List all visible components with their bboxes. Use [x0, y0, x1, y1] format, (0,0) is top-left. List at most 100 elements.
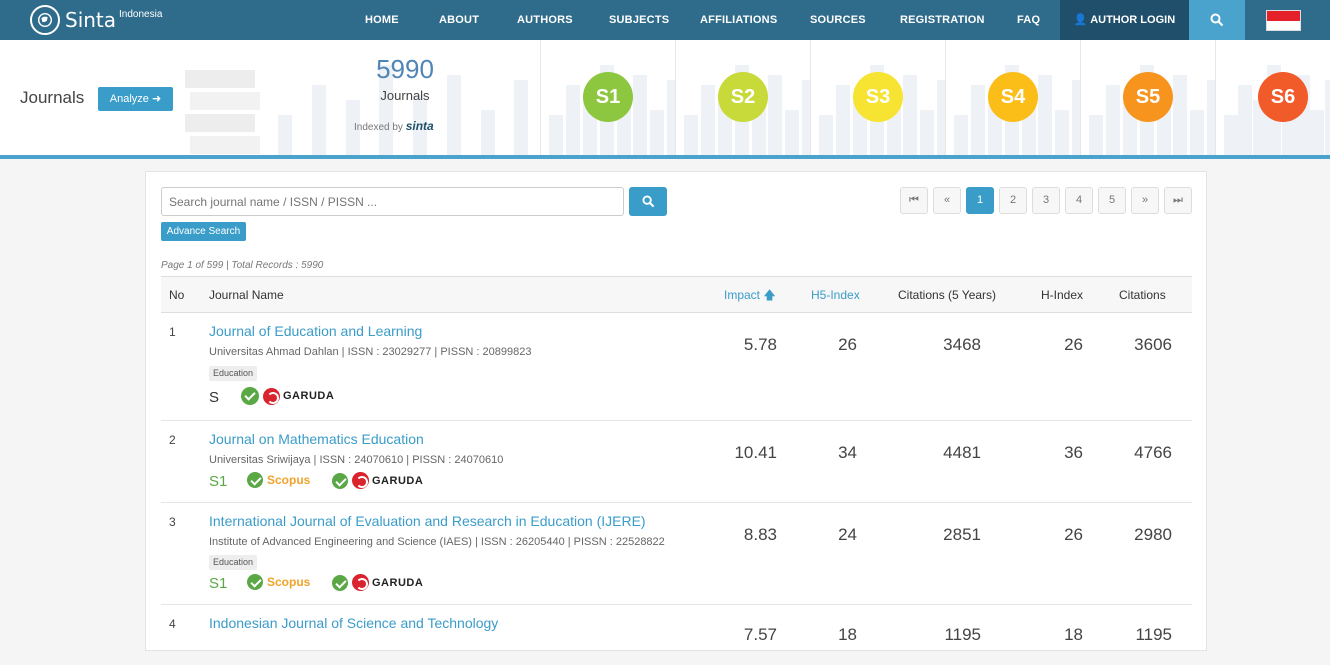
books-icon	[185, 70, 260, 154]
accreditation-s6[interactable]: S6	[1215, 40, 1330, 155]
journal-count-label: Journals	[380, 88, 430, 103]
page-3-button[interactable]: 3	[1032, 187, 1060, 214]
decorative-bar	[1089, 115, 1103, 155]
scopus-badge[interactable]: Scopus	[247, 574, 310, 590]
next-page-button[interactable]: »	[1131, 187, 1159, 214]
h-index-value: 26	[1064, 525, 1083, 544]
journal-affiliation: Universitas Ahmad Dahlan | ISSN : 230292…	[209, 346, 532, 358]
accreditation-s4[interactable]: S4	[945, 40, 1080, 155]
s2-badge: S2	[718, 72, 768, 122]
nav-subjects[interactable]: SUBJECTS	[609, 0, 669, 40]
journal-list-card: Advance Search ⏮ « 1 2 3 4 5 » ⏭ Page 1 …	[145, 171, 1207, 651]
journal-name-link[interactable]: Indonesian Journal of Science and Techno…	[209, 615, 498, 631]
garuda-badge[interactable]: GARUDA	[332, 574, 423, 591]
journal-name-link[interactable]: Journal on Mathematics Education	[209, 431, 424, 447]
journals-header: Journals Analyze ➜ 5990 Journals Indexed…	[0, 40, 1330, 155]
nav-search-button[interactable]	[1189, 0, 1245, 40]
scopus-badge[interactable]: Scopus	[247, 472, 310, 488]
accreditation-s3[interactable]: S3	[810, 40, 945, 155]
decorative-bar	[1224, 115, 1238, 155]
subject-tag[interactable]: Education	[209, 366, 258, 381]
row-no: 4	[169, 617, 176, 631]
table-row: 1 Journal of Education and Learning Univ…	[161, 313, 1192, 421]
citations-value: 3606	[1134, 335, 1172, 354]
accreditation-label: S	[209, 389, 220, 406]
page-2-button[interactable]: 2	[999, 187, 1027, 214]
subject-tag[interactable]: Education	[209, 555, 258, 570]
col-no: No	[169, 288, 185, 302]
search-input[interactable]	[161, 187, 624, 216]
table-header: No Journal Name Impact 🡅 H5-Index Citati…	[161, 276, 1192, 313]
nav-authors[interactable]: AUTHORS	[517, 0, 573, 40]
table-row: 4 Indonesian Journal of Science and Tech…	[161, 605, 1192, 665]
decorative-bar	[954, 115, 968, 155]
row-no: 1	[169, 325, 176, 339]
decorative-bar	[650, 110, 665, 155]
col-h-index[interactable]: H-Index	[1041, 277, 1083, 314]
journal-affiliation: Institute of Advanced Engineering and Sc…	[209, 536, 665, 548]
decorative-bar	[1207, 80, 1215, 155]
search-icon	[1210, 13, 1224, 27]
h-index-value: 26	[1064, 335, 1083, 354]
col-h5-index[interactable]: H5-Index	[811, 277, 860, 314]
indexed-by-label: Indexed by	[354, 122, 403, 133]
decorative-bar	[565, 85, 580, 155]
garuda-badge[interactable]: GARUDA	[241, 387, 334, 405]
accreditation-s1[interactable]: S1	[540, 40, 675, 155]
nav-about[interactable]: ABOUT	[439, 0, 479, 40]
h-index-value: 36	[1064, 443, 1083, 462]
col-citations-5y[interactable]: Citations (5 Years)	[898, 277, 996, 314]
check-circle-icon	[241, 387, 259, 405]
arrow-circle-icon: ➜	[151, 93, 162, 105]
search-button[interactable]	[629, 187, 667, 216]
decorative-bar	[700, 85, 715, 155]
accreditation-s2[interactable]: S2	[675, 40, 810, 155]
impact-value: 5.78	[743, 335, 777, 354]
row-no: 2	[169, 433, 176, 447]
garuda-label: GARUDA	[372, 474, 424, 487]
impact-value: 10.41	[734, 443, 777, 462]
col-journal-name: Journal Name	[209, 288, 284, 302]
advance-search-button[interactable]: Advance Search	[161, 222, 246, 241]
nav-registration[interactable]: REGISTRATION	[900, 0, 985, 40]
decorative-bar	[1310, 110, 1325, 155]
decorative-bar	[1105, 85, 1120, 155]
decorative-bar	[835, 85, 850, 155]
language-flag-icon[interactable]	[1266, 10, 1301, 31]
decorative-bar	[970, 85, 985, 155]
analyze-button[interactable]: Analyze ➜	[98, 87, 173, 111]
brand-logo[interactable]: Sinta Indonesia	[30, 5, 162, 35]
decorative-bar	[1055, 110, 1070, 155]
nav-sources[interactable]: SOURCES	[810, 0, 866, 40]
citations-5y-value: 1195	[944, 625, 981, 644]
arrow-up-icon: 🡅	[763, 288, 776, 302]
journal-name-link[interactable]: Journal of Education and Learning	[209, 323, 422, 339]
last-page-button[interactable]: ⏭	[1164, 187, 1192, 214]
decorative-bar	[1324, 80, 1330, 155]
garuda-badge[interactable]: GARUDA	[332, 472, 423, 489]
s1-badge: S1	[583, 72, 633, 122]
prev-page-button[interactable]: «	[933, 187, 961, 214]
citations-5y-value: 2851	[943, 525, 981, 544]
page-5-button[interactable]: 5	[1098, 187, 1126, 214]
journal-name-link[interactable]: International Journal of Evaluation and …	[209, 513, 646, 529]
col-impact-sort[interactable]: Impact 🡅	[724, 277, 776, 314]
decorative-bar	[278, 115, 292, 155]
author-login-label: AUTHOR LOGIN	[1090, 14, 1176, 26]
brand-sup: Indonesia	[119, 9, 163, 20]
nav-affiliations[interactable]: AFFILIATIONS	[700, 0, 777, 40]
first-page-button[interactable]: ⏮	[900, 187, 928, 214]
nav-faq[interactable]: FAQ	[1017, 0, 1040, 40]
h-index-value: 18	[1064, 625, 1083, 644]
page-title: Journals	[20, 88, 85, 107]
double-chevron-left-icon: «	[943, 194, 951, 206]
col-citations[interactable]: Citations	[1119, 277, 1166, 314]
h5-index-value: 26	[838, 335, 857, 354]
nav-home[interactable]: HOME	[365, 0, 399, 40]
author-login-button[interactable]: 👤 AUTHOR LOGIN	[1060, 0, 1189, 40]
citations-5y-value: 3468	[943, 335, 981, 354]
page-1-button[interactable]: 1	[966, 187, 994, 214]
page-4-button[interactable]: 4	[1065, 187, 1093, 214]
decorative-bar	[785, 110, 800, 155]
accreditation-s5[interactable]: S5	[1080, 40, 1215, 155]
